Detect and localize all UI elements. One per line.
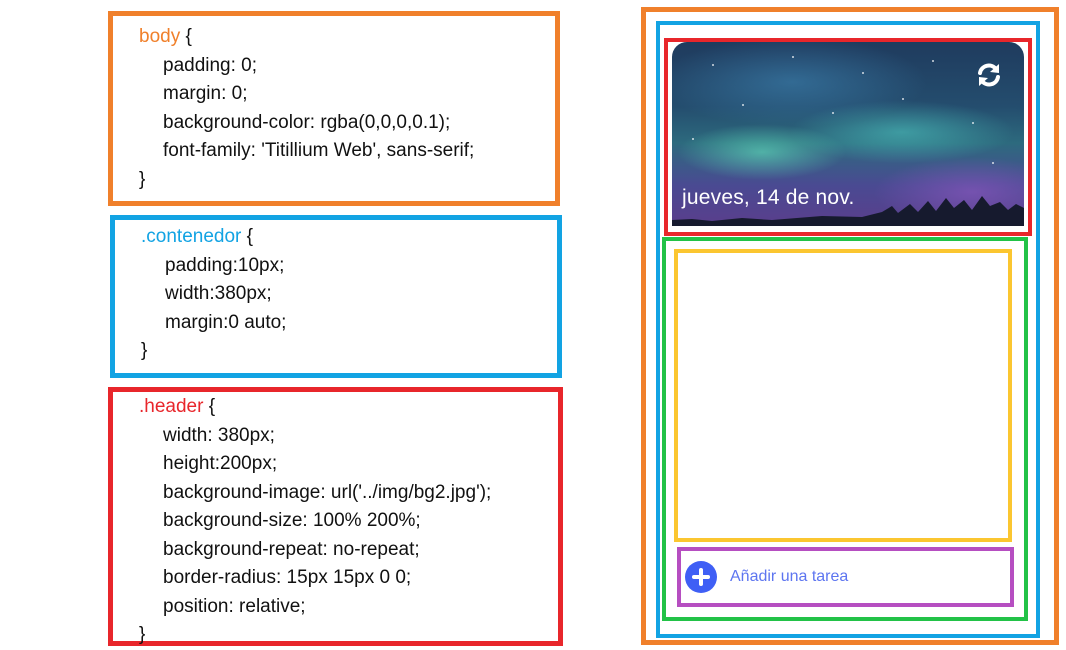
add-task-row[interactable]: Añadir una tarea	[677, 547, 1014, 607]
add-task-label[interactable]: Añadir una tarea	[730, 568, 848, 586]
declaration: background-size: 100% 200%;	[163, 510, 421, 531]
task-list-area	[674, 249, 1012, 542]
open-brace: {	[241, 226, 253, 247]
declaration: width:380px;	[165, 283, 272, 304]
declaration: height:200px;	[163, 453, 278, 474]
close-brace: }	[139, 624, 146, 645]
declaration: margin:0 auto;	[165, 311, 287, 333]
date-label: jueves, 14 de nov.	[682, 186, 855, 209]
css-rule-contenedor: .contenedor { padding:10px; width:380px;…	[110, 215, 562, 378]
plus-circle-icon[interactable]	[685, 561, 717, 593]
declaration: font-family: 'Titillium Web', sans-serif…	[163, 140, 475, 161]
css-rule-header: .header { width: 380px; height:200px; ba…	[108, 387, 563, 646]
declaration: margin: 0;	[163, 83, 248, 104]
declaration: width: 380px;	[163, 424, 275, 446]
rule-header: body {	[139, 23, 555, 52]
declaration: border-radius: 15px 15px 0 0;	[163, 567, 412, 588]
rule-header: .header {	[139, 393, 558, 422]
refresh-button[interactable]	[972, 58, 1006, 92]
refresh-icon	[978, 63, 1000, 87]
declaration: background-repeat: no-repeat;	[163, 538, 420, 560]
close-brace: }	[139, 168, 146, 190]
open-brace: {	[203, 396, 216, 417]
declaration: background-image: url('../img/bg2.jpg');	[163, 481, 492, 503]
selector-contenedor: .contenedor	[141, 226, 242, 247]
header-image: jueves, 14 de nov.	[672, 42, 1024, 226]
declaration: background-color: rgba(0,0,0,0.1);	[163, 111, 451, 133]
css-rule-body: body { padding: 0; margin: 0; background…	[108, 11, 560, 206]
rule-header: .contenedor {	[141, 223, 557, 252]
open-brace: {	[180, 26, 192, 47]
close-brace: }	[141, 340, 148, 361]
selector-header: .header	[139, 396, 204, 417]
selector-body: body	[139, 26, 181, 47]
declaration: padding: 0;	[163, 54, 258, 76]
declaration: padding:10px;	[165, 254, 285, 276]
declaration: position: relative;	[163, 595, 306, 617]
